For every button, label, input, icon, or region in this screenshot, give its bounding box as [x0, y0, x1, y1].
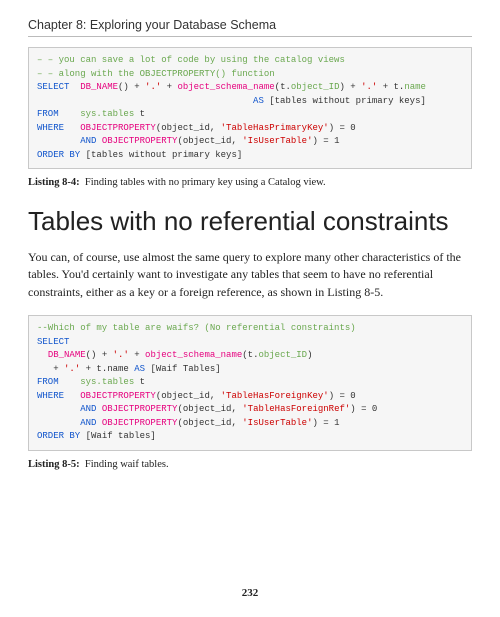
- order-by-col: [Waif tables]: [80, 431, 156, 441]
- code-comment: – – along with the OBJECTPROPERTY() func…: [37, 69, 275, 79]
- alias: [tables without primary keys]: [264, 96, 426, 106]
- code-text: () +: [118, 82, 145, 92]
- fn-objectproperty: OBJECTPROPERTY: [102, 418, 178, 428]
- code-text: ) = 1: [312, 418, 339, 428]
- str-dot: '.': [361, 82, 377, 92]
- fn-object-schema-name: object_schema_name: [145, 350, 242, 360]
- code-comment: --Which of my table are waifs? (No refer…: [37, 323, 356, 333]
- code-text: + t.: [377, 82, 404, 92]
- fn-objectproperty: OBJECTPROPERTY: [80, 391, 156, 401]
- code-text: (object_id,: [156, 391, 221, 401]
- code-text: ) = 0: [329, 391, 356, 401]
- code-text: + t.name: [80, 364, 134, 374]
- code-comment: – – you can save a lot of code by using …: [37, 55, 345, 65]
- code-text: (t.: [242, 350, 258, 360]
- code-listing-8-4: – – you can save a lot of code by using …: [28, 47, 472, 169]
- kw-and: AND: [80, 136, 96, 146]
- str-is-user-table: 'IsUserTable': [242, 418, 312, 428]
- page: Chapter 8: Exploring your Database Schem…: [0, 0, 500, 617]
- order-by-col: [tables without primary keys]: [80, 150, 242, 160]
- code-text: (t.: [275, 82, 291, 92]
- listing-label: Listing 8-5:: [28, 459, 80, 470]
- kw-where: WHERE: [37, 123, 64, 133]
- kw-select: SELECT: [37, 337, 69, 347]
- listing-caption-8-4: Listing 8-4: Finding tables with no prim…: [28, 177, 472, 188]
- col-object-id: object_ID: [291, 82, 340, 92]
- str-dot: '.': [64, 364, 80, 374]
- kw-and: AND: [80, 418, 96, 428]
- code-text: +: [37, 364, 64, 374]
- str-table-has-fk: 'TableHasForeignKey': [221, 391, 329, 401]
- kw-select: SELECT: [37, 82, 69, 92]
- listing-text: Finding tables with no primary key using…: [85, 177, 326, 188]
- code-text: ) = 1: [312, 136, 339, 146]
- section-heading: Tables with no referential constraints: [28, 206, 472, 237]
- kw-as: AS: [134, 364, 145, 374]
- code-text: +: [129, 350, 145, 360]
- code-listing-8-5: --Which of my table are waifs? (No refer…: [28, 315, 472, 451]
- listing-caption-8-5: Listing 8-5: Finding waif tables.: [28, 459, 472, 470]
- listing-label: Listing 8-4:: [28, 177, 80, 188]
- kw-and: AND: [80, 404, 96, 414]
- fn-objectproperty: OBJECTPROPERTY: [80, 123, 156, 133]
- fn-dbname: DB_NAME: [48, 350, 86, 360]
- code-text: (object_id,: [177, 404, 242, 414]
- kw-order-by: ORDER BY: [37, 150, 80, 160]
- code-text: ) +: [339, 82, 361, 92]
- fn-object-schema-name: object_schema_name: [177, 82, 274, 92]
- str-is-user-table: 'IsUserTable': [242, 136, 312, 146]
- fn-objectproperty: OBJECTPROPERTY: [102, 136, 178, 146]
- code-text: (object_id,: [177, 136, 242, 146]
- page-number: 232: [0, 587, 500, 599]
- code-text: (object_id,: [156, 123, 221, 133]
- code-text: (object_id,: [177, 418, 242, 428]
- col-object-id: object_ID: [258, 350, 307, 360]
- fn-objectproperty: OBJECTPROPERTY: [102, 404, 178, 414]
- code-text: () +: [86, 350, 113, 360]
- body-paragraph: You can, of course, use almost the same …: [28, 249, 472, 301]
- str-dot: '.': [145, 82, 161, 92]
- fn-dbname: DB_NAME: [80, 82, 118, 92]
- table-sys-tables: sys.tables: [80, 109, 134, 119]
- kw-order-by: ORDER BY: [37, 431, 80, 441]
- listing-text: Finding waif tables.: [85, 459, 169, 470]
- code-text: ) = 0: [329, 123, 356, 133]
- alias: [Waif Tables]: [145, 364, 221, 374]
- kw-as: AS: [253, 96, 264, 106]
- str-table-has-fref: 'TableHasForeignRef': [242, 404, 350, 414]
- alias-t: t: [134, 377, 145, 387]
- str-dot: '.': [113, 350, 129, 360]
- col-name: name: [404, 82, 426, 92]
- kw-from: FROM: [37, 109, 59, 119]
- chapter-header: Chapter 8: Exploring your Database Schem…: [28, 18, 472, 37]
- alias-t: t: [134, 109, 145, 119]
- code-text: ) = 0: [350, 404, 377, 414]
- kw-where: WHERE: [37, 391, 64, 401]
- kw-from: FROM: [37, 377, 59, 387]
- code-text: ): [307, 350, 312, 360]
- code-text: +: [161, 82, 177, 92]
- str-table-has-pk: 'TableHasPrimaryKey': [221, 123, 329, 133]
- table-sys-tables: sys.tables: [80, 377, 134, 387]
